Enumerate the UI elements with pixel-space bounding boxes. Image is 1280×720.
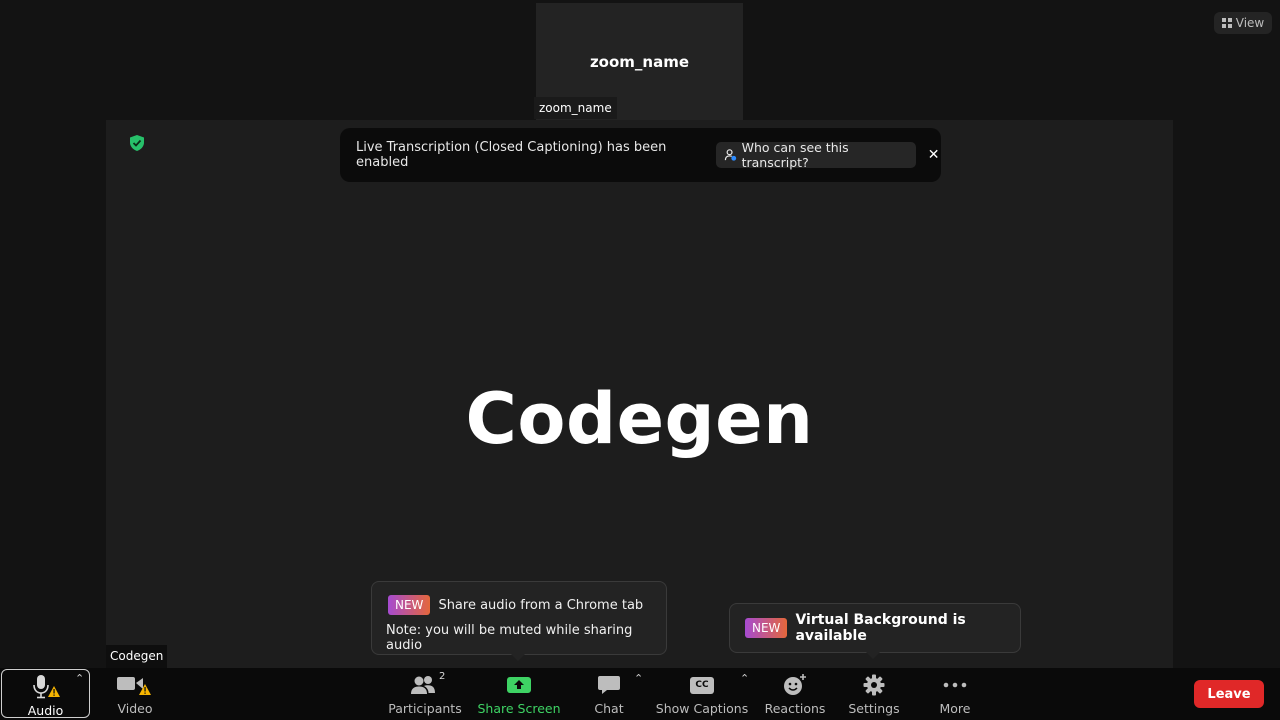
participants-icon: 2 [410,671,445,698]
share-audio-tooltip: NEW Share audio from a Chrome tab Note: … [371,581,667,655]
user-lock-icon [724,149,736,161]
tooltip-title: Share audio from a Chrome tab [438,597,644,613]
speaker-name-label: Codegen [106,645,168,668]
chat-options-caret[interactable]: ⌃ [634,672,643,685]
captions-options-caret[interactable]: ⌃ [740,672,749,685]
leave-button[interactable]: Leave [1194,680,1264,708]
show-captions-button[interactable]: CC Show Captions [656,668,748,720]
video-button[interactable]: Video [100,668,170,720]
grid-view-icon [1221,18,1232,28]
tooltip-arrow [511,654,525,661]
share-screen-label: Share Screen [477,701,561,716]
tooltip-title: Virtual Background is available [795,612,966,644]
banner-message: Live Transcription (Closed Captioning) h… [356,140,667,170]
audio-label: Audio [27,703,64,718]
microphone-icon [31,674,61,700]
shield-check-icon[interactable] [128,134,146,152]
view-button[interactable]: View [1214,12,1272,34]
tooltip-note: Note: you will be muted while sharing au… [386,623,633,653]
chat-label: Chat [594,701,624,716]
who-can-see-label: Who can see this transcript? [741,140,849,170]
settings-label: Settings [848,701,900,716]
participants-count: 2 [439,671,446,682]
gear-icon [862,672,886,698]
more-label: More [939,701,971,716]
who-can-see-transcript-button[interactable]: Who can see this transcript? [715,140,917,170]
view-button-label: View [1235,16,1265,30]
video-label: Video [117,701,153,716]
settings-button[interactable]: Settings [846,668,902,720]
new-badge: NEW [388,595,431,615]
reactions-button[interactable]: Reactions [762,668,828,720]
closed-captions-icon: CC [690,672,714,698]
cc-glyph: CC [690,676,714,694]
smiley-plus-icon [782,672,808,698]
chat-button[interactable]: Chat [584,668,634,720]
more-button[interactable]: More [930,668,980,720]
tooltip-arrow [866,652,880,659]
chat-bubble-icon [597,672,621,698]
video-camera-icon [115,672,155,698]
close-icon[interactable]: ✕ [926,147,941,163]
share-screen-button[interactable]: Share Screen [476,668,562,720]
show-captions-label: Show Captions [655,701,749,716]
audio-options-caret[interactable]: ⌃ [75,672,84,685]
more-dots-icon [942,672,968,698]
new-badge: NEW [745,618,788,638]
transcription-banner: Live Transcription (Closed Captioning) h… [340,128,941,182]
virtual-background-tooltip: NEW Virtual Background is available [729,603,1021,653]
reactions-label: Reactions [764,701,826,716]
thumbnail-name-label: zoom_name [534,97,617,119]
share-screen-icon [506,672,532,698]
participants-button[interactable]: 2 Participants [385,668,465,720]
speaker-display-name: Codegen [465,378,814,460]
thumbnail-display-name: zoom_name [589,53,690,71]
participants-label: Participants [388,701,462,716]
